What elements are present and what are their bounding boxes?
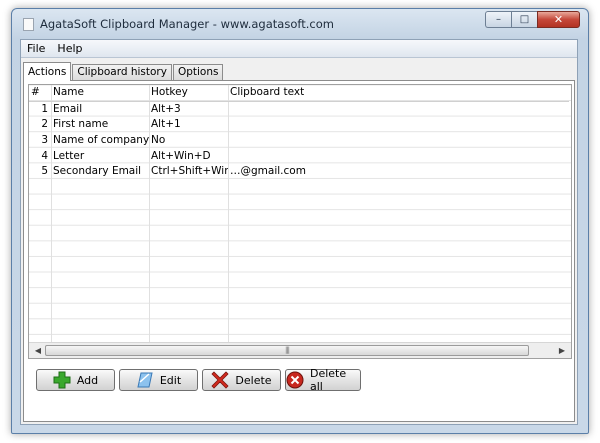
- edit-button-label: Edit: [159, 373, 182, 387]
- tab-actions[interactable]: Actions: [23, 62, 72, 81]
- delete-button-label: Delete: [235, 373, 272, 387]
- row-name: Secondary Email: [53, 165, 142, 178]
- tab-options[interactable]: Options: [172, 64, 224, 80]
- scroll-thumb[interactable]: |||: [45, 345, 529, 356]
- column-header-name[interactable]: Name: [51, 85, 149, 102]
- delete-button[interactable]: Delete: [202, 369, 281, 391]
- table-header-row: # Name Hotkey Clipboard text: [29, 85, 569, 102]
- horizontal-scrollbar[interactable]: ◀ ||| ▶: [29, 342, 571, 358]
- actions-panel: # Name Hotkey Clipboard text 1 Email Alt…: [23, 80, 575, 422]
- actions-table: # Name Hotkey Clipboard text 1 Email Alt…: [29, 85, 569, 180]
- column-header-hotkey[interactable]: Hotkey: [149, 85, 228, 102]
- client-area: File Help Actions Clipboard history Opti…: [20, 39, 578, 425]
- table-row[interactable]: 1 Email Alt+3: [29, 101, 569, 117]
- app-icon: [23, 18, 34, 31]
- row-number: 1: [41, 102, 48, 115]
- row-number: 3: [41, 134, 48, 147]
- table-row[interactable]: 4 Letter Alt+Win+D: [29, 148, 569, 164]
- row-hotkey: Alt+3: [151, 102, 181, 115]
- row-number: 5: [41, 165, 48, 178]
- menu-file[interactable]: File: [21, 40, 51, 57]
- row-clipboard-text: [228, 101, 569, 117]
- stop-icon: [286, 371, 304, 389]
- minimize-button[interactable]: –: [485, 11, 511, 28]
- tab-clipboard-history[interactable]: Clipboard history: [72, 64, 172, 80]
- edit-button[interactable]: Edit: [119, 369, 198, 391]
- row-hotkey: Alt+1: [151, 118, 181, 131]
- add-button-label: Add: [76, 373, 99, 387]
- scroll-left-icon[interactable]: ◀: [31, 344, 45, 357]
- row-hotkey: No: [151, 134, 166, 147]
- edit-icon: [136, 371, 154, 389]
- delete-all-button-label: Delete all: [310, 367, 347, 393]
- row-name: Email: [53, 102, 83, 115]
- scroll-right-icon[interactable]: ▶: [555, 344, 569, 357]
- caption-buttons: – □ ✕: [485, 11, 580, 29]
- plus-icon: [53, 371, 71, 389]
- row-clipboard-text: [228, 133, 569, 149]
- delete-all-button[interactable]: Delete all: [285, 367, 361, 393]
- column-header-number[interactable]: #: [29, 85, 51, 102]
- row-name: Letter: [53, 149, 85, 162]
- tab-strip: Actions Clipboard history Options: [23, 61, 224, 81]
- row-name: Name of company: [53, 134, 149, 147]
- action-buttons: Add Edit Delete Delete all: [36, 367, 365, 393]
- menu-bar: File Help: [21, 40, 577, 58]
- close-button[interactable]: ✕: [537, 11, 580, 28]
- row-clipboard-text: [228, 148, 569, 164]
- row-clipboard-text: …@gmail.com: [230, 165, 306, 178]
- table-row[interactable]: 2 First name Alt+1: [29, 117, 569, 133]
- row-number: 2: [41, 118, 48, 131]
- main-window: AgataSoft Clipboard Manager - www.agatas…: [11, 8, 589, 434]
- table-row[interactable]: 3 Name of company No: [29, 133, 569, 149]
- add-button[interactable]: Add: [36, 369, 115, 391]
- row-number: 4: [41, 149, 48, 162]
- window-title: AgataSoft Clipboard Manager - www.agatas…: [40, 17, 334, 31]
- row-hotkey: Alt+Win+D: [151, 149, 211, 162]
- maximize-button[interactable]: □: [511, 11, 537, 28]
- title-bar[interactable]: AgataSoft Clipboard Manager - www.agatas…: [12, 9, 588, 39]
- row-hotkey: Ctrl+Shift+Win+X: [151, 165, 228, 178]
- x-icon: [211, 371, 229, 389]
- table-row[interactable]: 5 Secondary Email Ctrl+Shift+Win+X …@gma…: [29, 164, 569, 180]
- menu-help[interactable]: Help: [51, 40, 88, 57]
- row-clipboard-text: [228, 117, 569, 133]
- actions-grid[interactable]: # Name Hotkey Clipboard text 1 Email Alt…: [28, 84, 572, 359]
- row-name: First name: [53, 118, 109, 131]
- column-header-clipboard-text[interactable]: Clipboard text: [228, 85, 569, 102]
